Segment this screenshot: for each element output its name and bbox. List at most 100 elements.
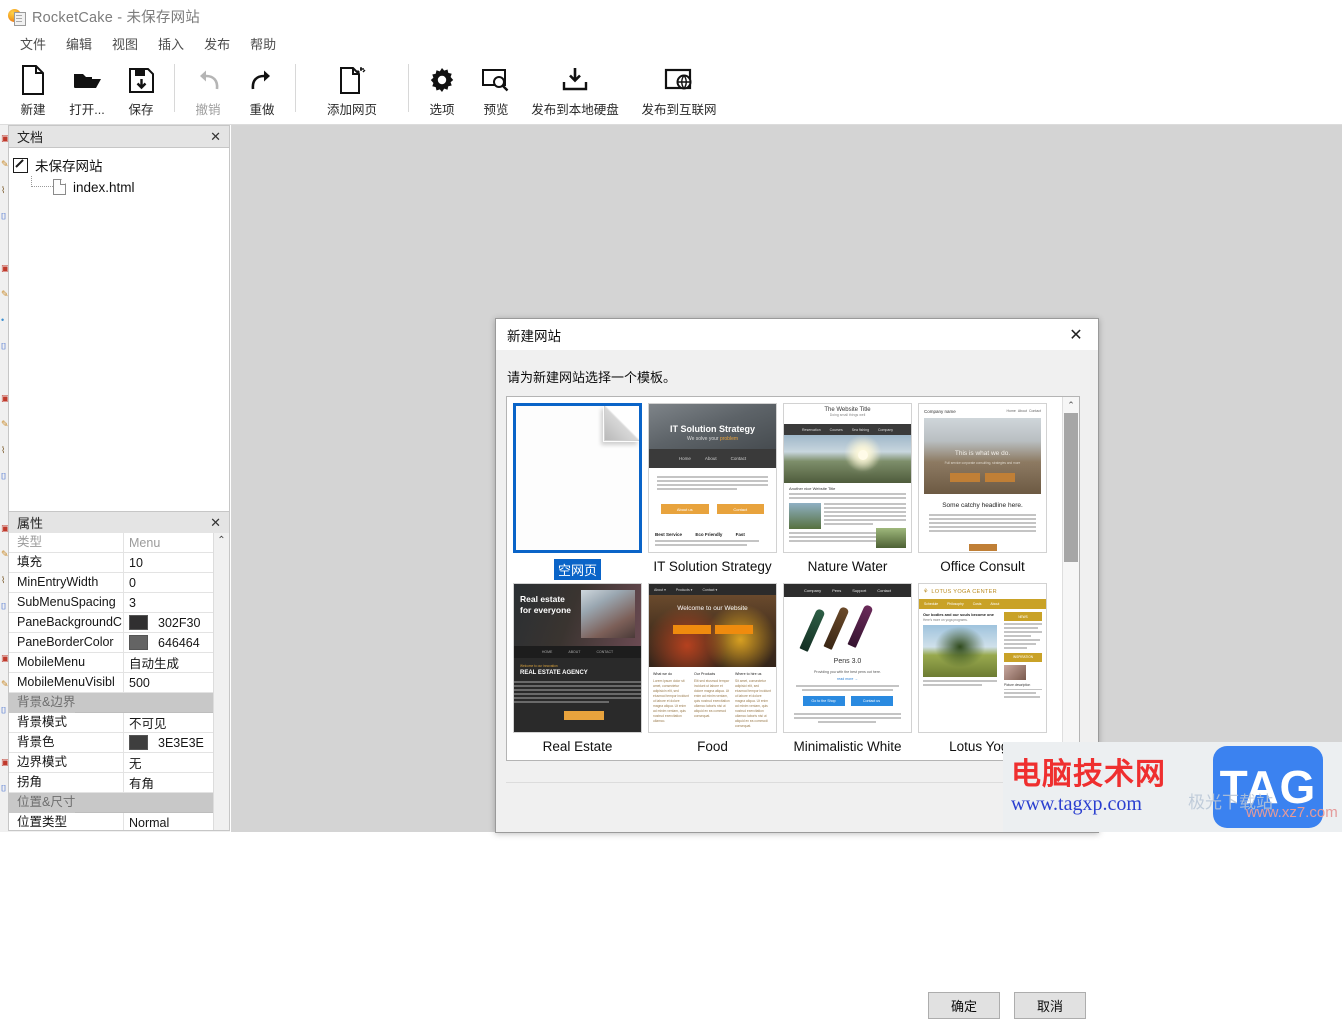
add-page-icon	[337, 62, 367, 98]
table-row[interactable]: 填充 10	[9, 552, 213, 573]
ok-button[interactable]: 确定	[928, 992, 1000, 1019]
palette-icon-c: ⌇	[1, 184, 6, 195]
toolbar-options-button[interactable]: 选项	[415, 58, 469, 118]
rocketcake-window: RocketCake - 未保存网站 文件 编辑 视图 插入 发布 帮助 新建 …	[0, 0, 1342, 1019]
toolbar-preview-button[interactable]: 预览	[469, 58, 523, 118]
toolbar-new-label: 新建	[20, 103, 46, 117]
preview-button: About us	[661, 504, 709, 514]
table-row[interactable]: MobileMenuVisibl 500	[9, 672, 213, 693]
color-swatch[interactable]	[129, 635, 148, 650]
table-row[interactable]: PaneBackgroundC 302F30	[9, 612, 213, 633]
redo-arrow-icon	[248, 62, 276, 98]
property-key: SubMenuSpacing	[9, 592, 124, 613]
table-row[interactable]: SubMenuSpacing 3	[9, 592, 213, 613]
preview-button: Contact us	[850, 696, 893, 706]
document-tree[interactable]: 未保存网站 index.html	[8, 147, 230, 525]
menu-edit[interactable]: 编辑	[56, 32, 102, 55]
preview-image	[1004, 664, 1026, 680]
table-row[interactable]: 背景色 3E3E3E	[9, 732, 213, 753]
table-row[interactable]: 边界模式 无	[9, 752, 213, 773]
toolbar-undo-button[interactable]: 撤销	[181, 58, 235, 118]
left-dock: 文档 ✕ 未保存网站 index.html 属性 ✕ 类型 Menu 填充 10…	[8, 125, 230, 832]
template-label: Minimalistic White	[793, 739, 902, 754]
property-value: 3	[129, 595, 136, 610]
toolbar-publish-web-button[interactable]: 发布到互联网	[627, 58, 731, 118]
chevron-up-icon[interactable]: ⌃	[217, 535, 225, 546]
preview-button	[672, 625, 711, 634]
toolbar-save-button[interactable]: 保存	[114, 58, 168, 118]
undo-arrow-icon	[194, 62, 222, 98]
preview-nav-item: Home	[1006, 409, 1016, 413]
menu-publish[interactable]: 发布	[194, 32, 240, 55]
preview-nav-item: Company	[878, 427, 894, 432]
property-value: 无	[129, 757, 142, 771]
toolbar-publish-local-button[interactable]: 发布到本地硬盘	[523, 58, 627, 118]
template-item-nature-water[interactable]: The Website Title Doing small things wel…	[780, 403, 915, 583]
property-key: MinEntryWidth	[9, 572, 124, 593]
preview-subtitle-b: problem	[719, 436, 739, 442]
preview-column-heading: Fast	[735, 532, 745, 537]
table-row[interactable]: 类型 Menu	[9, 533, 213, 553]
properties-panel-header: 属性 ✕	[8, 511, 230, 533]
color-swatch[interactable]	[129, 615, 148, 630]
dialog-title: 新建网站	[507, 328, 561, 344]
tree-item-index[interactable]: index.html	[13, 176, 225, 198]
preview-title: REAL ESTATE AGENCY	[520, 670, 588, 676]
template-item-office-consult[interactable]: Company name Home About Contact This is …	[915, 403, 1050, 583]
chevron-up-icon[interactable]: ⌃	[1063, 397, 1079, 413]
publish-local-icon	[560, 62, 590, 98]
tree-item-index-label: index.html	[73, 179, 135, 195]
menu-file[interactable]: 文件	[10, 32, 56, 55]
menu-help[interactable]: 帮助	[240, 32, 286, 55]
template-list[interactable]: 空网页 IT Solution Strategy We solve your p…	[506, 396, 1080, 761]
table-row[interactable]: 位置类型 Normal	[9, 812, 213, 830]
preview-text-lines	[794, 713, 901, 725]
toolbar-add-page-button[interactable]: 添加网页	[302, 58, 402, 118]
preview-nav-item: About	[1017, 409, 1027, 413]
template-item-real-estate[interactable]: Real estate for everyone HOME ABOUT CONTA…	[510, 583, 645, 760]
color-swatch[interactable]	[129, 735, 148, 750]
preview-nav: Home About Contact	[1007, 409, 1041, 413]
table-row[interactable]: MobileMenu 自动生成	[9, 652, 213, 673]
table-row[interactable]: PaneBorderColor 646464	[9, 632, 213, 653]
publish-web-icon	[664, 62, 694, 98]
menu-insert[interactable]: 插入	[148, 32, 194, 55]
preview-nav-item: About	[704, 456, 717, 461]
close-icon[interactable]: ✕	[1054, 319, 1098, 350]
toolbar-save-label: 保存	[128, 103, 154, 117]
preview-nav: Company Pens Support Contact	[784, 584, 911, 597]
table-row[interactable]: 背景模式 不可见	[9, 712, 213, 733]
new-page-icon	[20, 62, 46, 98]
close-icon[interactable]: ✕	[208, 516, 223, 529]
property-key: 背景模式	[9, 712, 124, 733]
template-list-scrollbar[interactable]: ⌃ ⌄	[1062, 397, 1079, 760]
preview-nav-item: Contact	[730, 456, 747, 461]
preview-hero-image: This is what we do. Full service corpora…	[924, 418, 1041, 494]
table-row[interactable]: MinEntryWidth 0	[9, 572, 213, 593]
preview-text-lines	[824, 503, 906, 527]
preview-button: Go to the Shop	[802, 696, 845, 706]
preview-column-heading: What we do	[653, 672, 672, 676]
menu-view[interactable]: 视图	[102, 32, 148, 55]
preview-nav-item: Home	[678, 456, 691, 461]
table-row[interactable]: 拐角 有角	[9, 772, 213, 793]
tree-item-site[interactable]: 未保存网站	[13, 154, 225, 176]
dialog-button-row: 确定 取消	[928, 992, 1086, 1019]
scrollbar-track[interactable]	[1063, 413, 1079, 744]
preview-hero-image: Welcome to our Website	[649, 595, 776, 667]
toolbar-open-button[interactable]: 打开...	[60, 58, 114, 118]
template-item-lotus-yoga[interactable]: ⚘ LOTUS YOGA CENTER Schedule Philosophy …	[915, 583, 1050, 760]
preview-nav-item: About	[990, 602, 1000, 606]
cancel-button[interactable]: 取消	[1014, 992, 1086, 1019]
property-section-label: 位置&尺寸	[9, 792, 76, 813]
toolbar-redo-button[interactable]: 重做	[235, 58, 289, 118]
template-item-blank-page[interactable]: 空网页	[510, 403, 645, 583]
scrollbar-thumb[interactable]	[1064, 413, 1078, 562]
template-item-minimalistic-white[interactable]: Company Pens Support Contact Pens 3.0 Pr…	[780, 583, 915, 760]
template-item-it-solution-strategy[interactable]: IT Solution Strategy We solve your probl…	[645, 403, 780, 583]
toolbar-new-button[interactable]: 新建	[6, 58, 60, 118]
preview-columns: What we do Lorem ipsum dolor sit amet, co…	[653, 672, 771, 728]
close-icon[interactable]: ✕	[208, 130, 223, 143]
properties-scrollbar[interactable]: ⌃	[213, 533, 229, 830]
template-item-food[interactable]: About ▾ Products ▾ Contact ▾ Welcome to …	[645, 583, 780, 760]
